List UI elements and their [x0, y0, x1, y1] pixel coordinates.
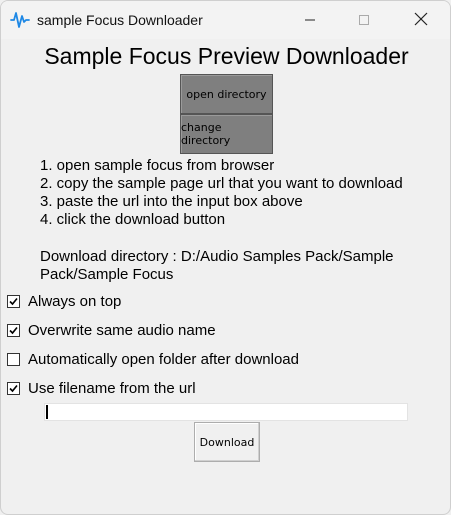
- use-url-filename-checkbox[interactable]: [7, 381, 20, 395]
- use-url-filename-option[interactable]: Use filename from the url: [7, 379, 196, 397]
- overwrite-same-name-checkbox[interactable]: [7, 323, 20, 337]
- download-button[interactable]: Download: [194, 422, 260, 462]
- url-input[interactable]: [44, 403, 408, 421]
- minimize-button[interactable]: [287, 1, 333, 39]
- instructions-list: 1. open sample focus from browser 2. cop…: [40, 157, 403, 229]
- auto-open-folder-checkbox[interactable]: [7, 352, 20, 366]
- maximize-icon: [358, 11, 370, 30]
- instruction-step: 1. open sample focus from browser: [40, 157, 275, 174]
- auto-open-folder-option[interactable]: Automatically open folder after download: [7, 350, 299, 368]
- maximize-button[interactable]: [341, 1, 387, 39]
- change-directory-button[interactable]: change directory: [180, 114, 273, 154]
- overwrite-same-name-option[interactable]: Overwrite same audio name: [7, 321, 216, 339]
- text-caret: [46, 405, 48, 419]
- close-icon: [414, 11, 428, 30]
- always-on-top-checkbox[interactable]: [7, 294, 20, 308]
- open-directory-button[interactable]: open directory: [180, 74, 273, 114]
- use-url-filename-label: Use filename from the url: [28, 379, 196, 397]
- always-on-top-option[interactable]: Always on top: [7, 292, 121, 310]
- instruction-step: 4. click the download button: [40, 211, 226, 228]
- close-button[interactable]: [398, 1, 444, 39]
- overwrite-same-name-label: Overwrite same audio name: [28, 321, 216, 339]
- instruction-step: 3. paste the url into the input box abov…: [40, 193, 303, 210]
- app-window: sample Focus Downloader Sample Focus Pre…: [0, 0, 451, 515]
- always-on-top-label: Always on top: [28, 292, 122, 310]
- instruction-step: 2. copy the sample page url that you wan…: [40, 175, 403, 192]
- page-title: Sample Focus Preview Downloader: [44, 43, 409, 69]
- title-bar[interactable]: sample Focus Downloader: [1, 1, 450, 39]
- download-directory-label: Download directory : D:/Audio Samples Pa…: [40, 248, 394, 283]
- auto-open-folder-label: Automatically open folder after download: [28, 350, 299, 368]
- minimize-icon: [304, 11, 316, 30]
- waveform-icon: [10, 10, 30, 30]
- window-title: sample Focus Downloader: [37, 12, 203, 28]
